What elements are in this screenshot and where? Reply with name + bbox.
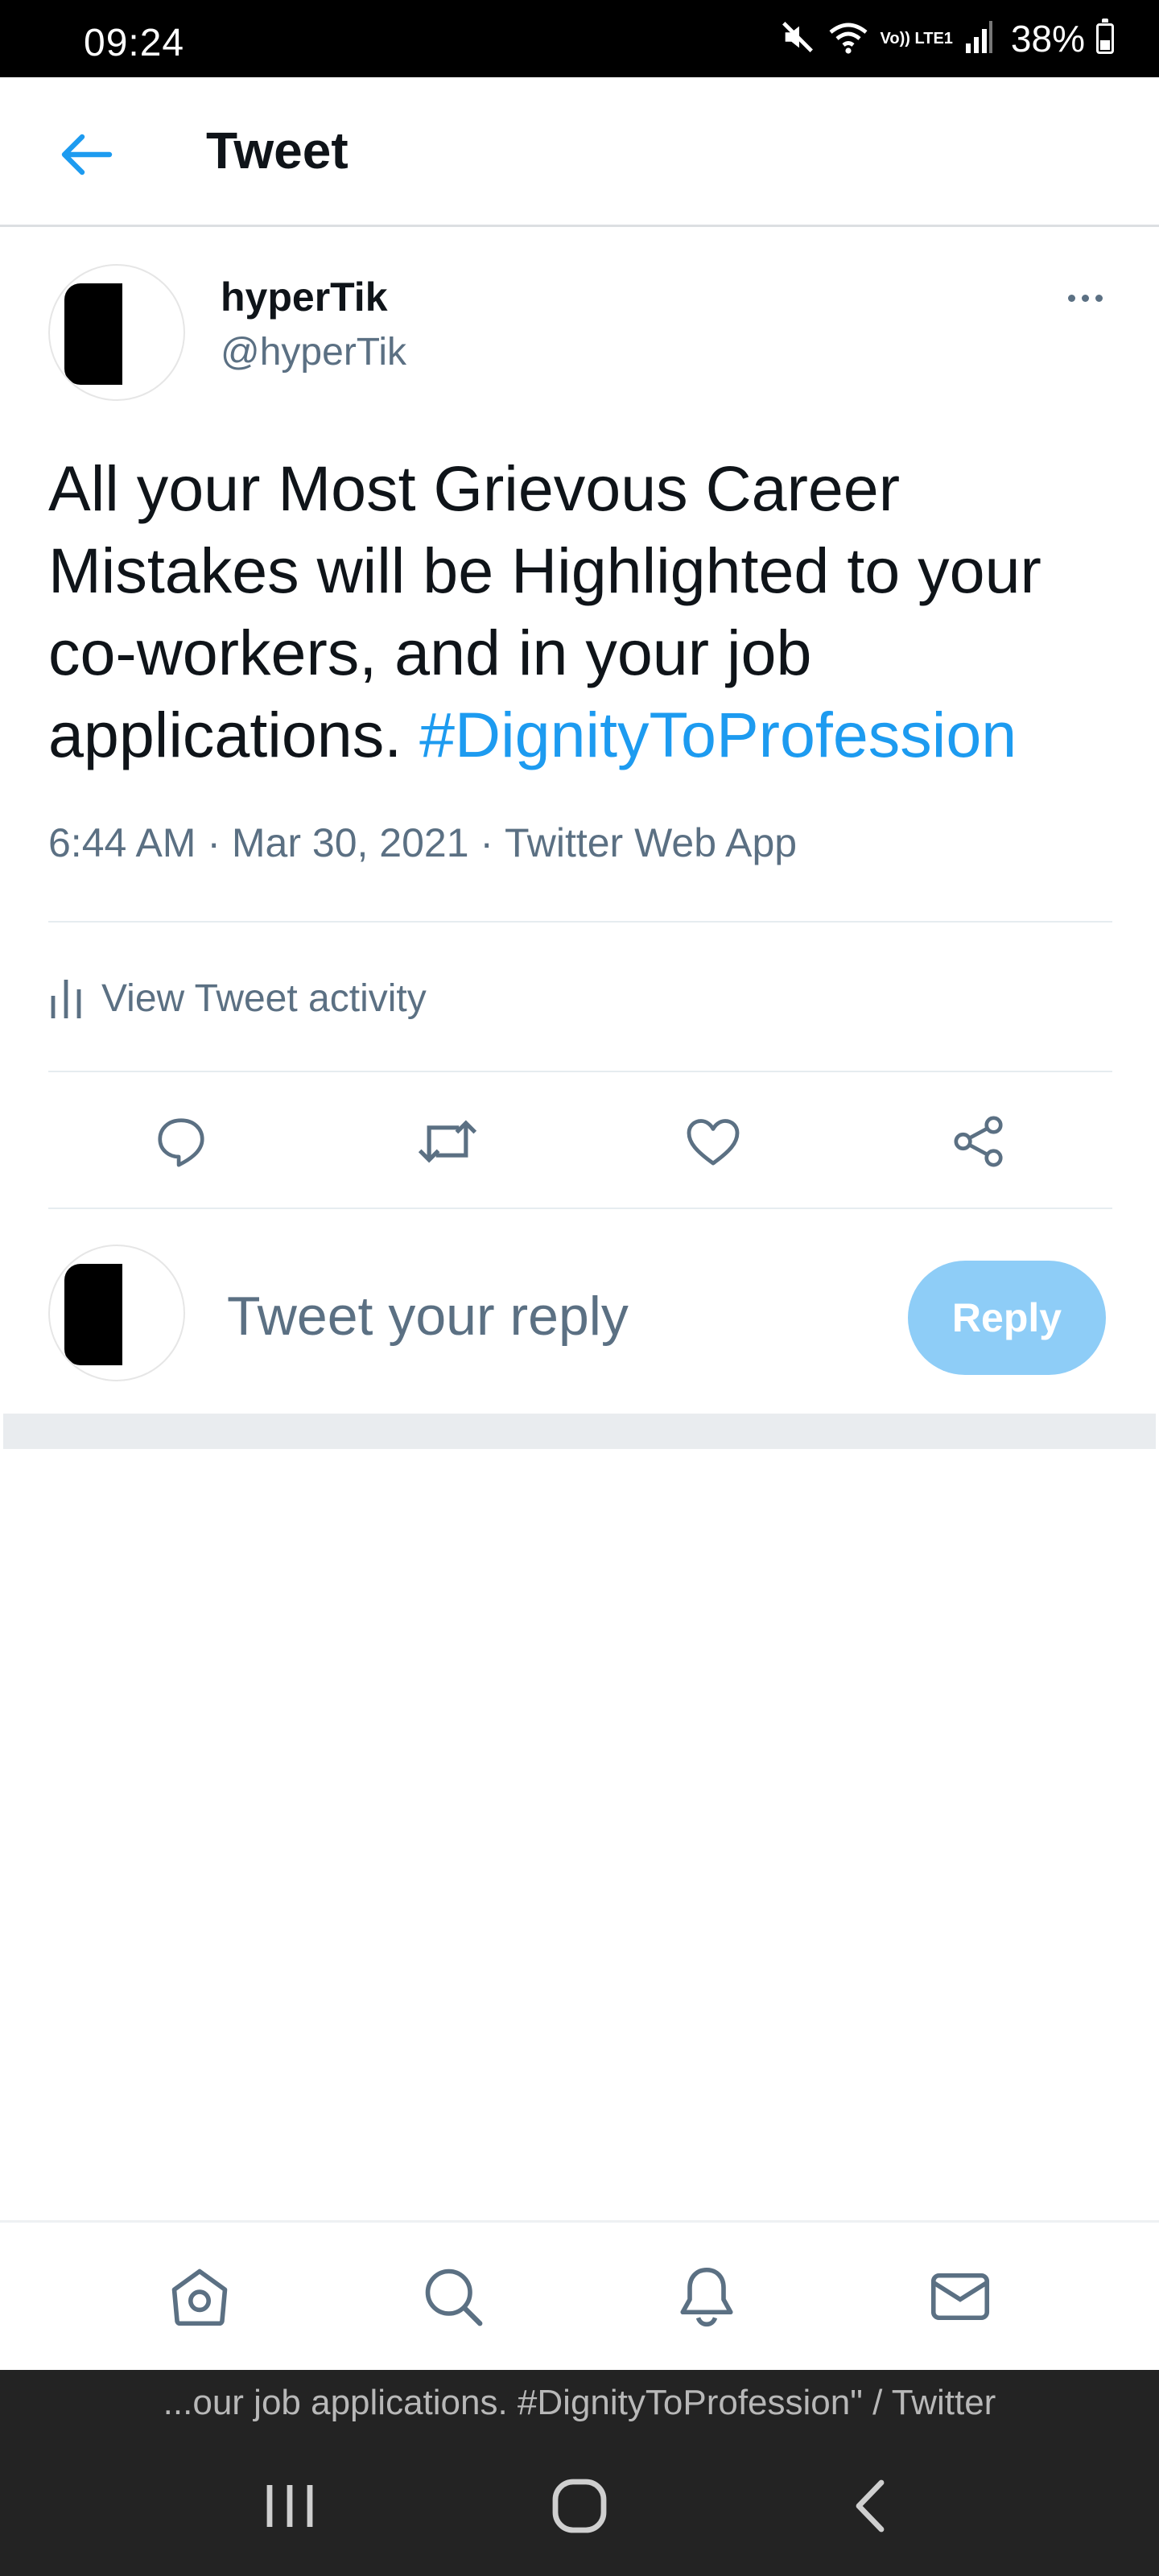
more-dots-icon	[1095, 294, 1103, 302]
comment-icon	[158, 1118, 204, 1167]
tweet-text: All your Most Grievous Career Mistakes w…	[48, 448, 1127, 776]
reply-button[interactable]: Reply	[908, 1261, 1106, 1375]
divider	[48, 1208, 1112, 1209]
status-time: 09:24	[84, 22, 185, 64]
view-tweet-activity-link[interactable]: View Tweet activity	[48, 966, 427, 1030]
tab-notifications[interactable]	[662, 2252, 751, 2341]
page-title: Tweet	[206, 122, 349, 180]
reply-action-button[interactable]	[142, 1103, 220, 1180]
home-nav-button[interactable]	[531, 2458, 628, 2554]
retweet-icon	[418, 1120, 476, 1163]
back-button[interactable]	[48, 116, 126, 193]
section-separator	[3, 1414, 1156, 1449]
battery-fill	[1100, 39, 1110, 50]
tweet-actions	[48, 1106, 1112, 1177]
battery-percent: 38%	[1010, 18, 1085, 60]
heart-icon	[687, 1119, 740, 1166]
user-avatar[interactable]	[48, 1245, 185, 1381]
divider	[48, 921, 1112, 923]
top-app-bar: Tweet	[0, 77, 1159, 227]
like-action-button[interactable]	[674, 1103, 752, 1180]
retweet-action-button[interactable]	[409, 1103, 486, 1180]
search-icon	[425, 2268, 482, 2326]
status-bar: 09:24 Vo)) LTE1 38%	[0, 0, 1159, 77]
mute-icon	[779, 19, 816, 60]
tab-messages[interactable]	[916, 2252, 1004, 2341]
divider	[48, 1071, 1112, 1072]
meta-separator: ·	[196, 820, 232, 865]
author-name[interactable]: hyperTik	[221, 274, 388, 320]
tweet-date: Mar 30, 2021	[231, 820, 469, 865]
chevron-left-icon	[856, 2479, 885, 2533]
tab-home[interactable]	[155, 2252, 244, 2341]
home-circle-icon	[552, 2479, 607, 2533]
share-icon	[954, 1116, 1003, 1167]
tab-search[interactable]	[409, 2252, 497, 2341]
author-handle[interactable]: @hyperTik	[221, 330, 406, 374]
avatar-graphic	[64, 1264, 122, 1365]
bell-icon	[679, 2267, 733, 2326]
tweet-source[interactable]: Twitter Web App	[505, 819, 797, 866]
more-dots-icon	[1081, 294, 1089, 302]
system-nav-bar	[0, 2436, 1159, 2576]
battery-icon	[1096, 19, 1114, 54]
mail-icon	[930, 2273, 989, 2320]
hashtag-link[interactable]: #DignityToProfession	[419, 699, 1017, 770]
wifi-icon	[827, 19, 869, 60]
arrow-left-icon	[61, 134, 113, 175]
avatar-graphic	[64, 283, 122, 385]
activity-label: View Tweet activity	[101, 976, 427, 1020]
bottom-tab-bar	[0, 2220, 1159, 2370]
author-avatar[interactable]	[48, 264, 185, 401]
bar-chart-icon	[51, 980, 81, 1018]
share-action-button[interactable]	[941, 1103, 1018, 1180]
back-nav-button[interactable]	[821, 2458, 918, 2554]
tweet-time: 6:44 AM	[48, 820, 196, 865]
home-icon	[171, 2268, 227, 2326]
recent-apps-icon	[266, 2485, 313, 2527]
meta-separator: ·	[468, 820, 505, 865]
more-options-button[interactable]	[1046, 275, 1124, 320]
more-dots-icon	[1067, 294, 1075, 302]
browser-page-title: ...our job applications. #DignityToProfe…	[0, 2370, 1159, 2436]
lte-indicator: Vo)) LTE1	[880, 30, 953, 47]
reply-input[interactable]: Tweet your reply	[227, 1285, 629, 1348]
signal-icon	[964, 20, 993, 57]
tweet-meta: 6:44 AM · Mar 30, 2021 · Twitter Web App	[48, 819, 797, 866]
status-icons: Vo)) LTE1 38%	[779, 18, 1114, 60]
recent-apps-button[interactable]	[241, 2458, 338, 2554]
